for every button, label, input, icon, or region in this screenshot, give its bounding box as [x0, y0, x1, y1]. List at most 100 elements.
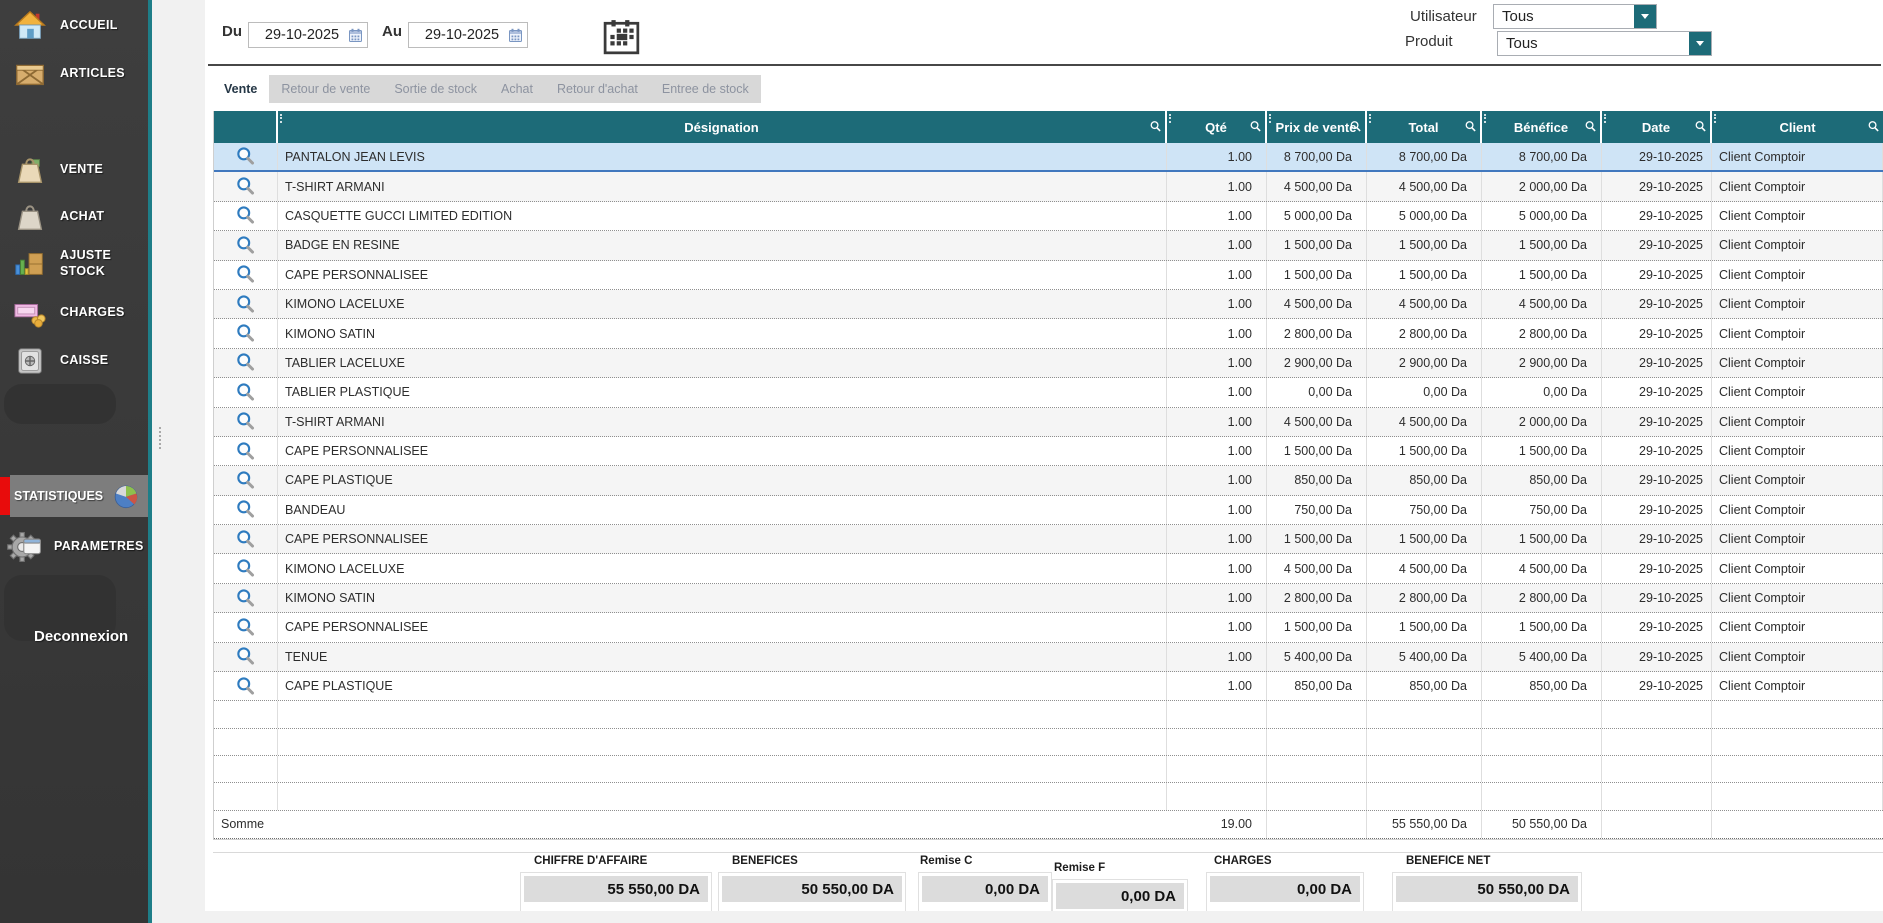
table-row[interactable]: CAPE PERSONNALISEE 1.00 1 500,00 Da 1 50… [214, 613, 1883, 642]
table-row[interactable]: TABLIER LACELUXE 1.00 2 900,00 Da 2 900,… [214, 349, 1883, 378]
sidebar-item-parametres[interactable]: PARAMETRES [0, 523, 148, 571]
date-from-field[interactable] [248, 22, 368, 48]
sidebar-resize-grip[interactable] [156, 427, 164, 449]
sidebar-item-ajuste-stock[interactable]: AJUSTE STOCK [0, 240, 148, 288]
table-row[interactable]: KIMONO SATIN 1.00 2 800,00 Da 2 800,00 D… [214, 319, 1883, 348]
table-row[interactable]: CAPE PLASTIQUE 1.00 850,00 Da 850,00 Da … [214, 466, 1883, 495]
row-magnifier-icon[interactable] [235, 205, 256, 226]
row-magnifier-icon[interactable] [235, 235, 256, 256]
column-header-benefice[interactable]: Bénéfice [1482, 111, 1602, 143]
sidebar-item-vente[interactable]: VENTE [0, 146, 148, 194]
cell-total: 0,00 Da [1367, 378, 1482, 406]
column-header-client[interactable]: Client [1712, 111, 1883, 143]
search-icon[interactable] [1464, 120, 1477, 133]
row-magnifier-icon[interactable] [235, 441, 256, 462]
table-row[interactable]: T-SHIRT ARMANI 1.00 4 500,00 Da 4 500,00… [214, 172, 1883, 201]
table-row[interactable]: T-SHIRT ARMANI 1.00 4 500,00 Da 4 500,00… [214, 408, 1883, 437]
tab-sortie-de-stock[interactable]: Sortie de stock [382, 75, 489, 103]
search-icon[interactable] [1149, 120, 1162, 133]
search-icon[interactable] [1349, 120, 1362, 133]
cell-prix-de-vente: 850,00 Da [1267, 672, 1367, 700]
sidebar-item-articles[interactable]: ARTICLES [0, 50, 148, 98]
calendar-icon[interactable] [348, 28, 363, 43]
row-magnifier-icon[interactable] [235, 558, 256, 579]
column-header-qte[interactable]: Qté [1167, 111, 1267, 143]
cell-total: 4 500,00 Da [1367, 408, 1482, 436]
row-magnifier-icon[interactable] [235, 529, 256, 550]
row-magnifier-icon[interactable] [235, 352, 256, 373]
table-row[interactable]: CAPE PERSONNALISEE 1.00 1 500,00 Da 1 50… [214, 261, 1883, 290]
date-to-field[interactable] [408, 22, 528, 48]
cell-actions [214, 584, 278, 612]
column-header-prix-de-vente[interactable]: Prix de vente [1267, 111, 1367, 143]
column-header-designation[interactable]: Désignation [278, 111, 1167, 143]
table-row[interactable]: KIMONO LACELUXE 1.00 4 500,00 Da 4 500,0… [214, 554, 1883, 583]
tab-entree-de-stock[interactable]: Entree de stock [650, 75, 761, 103]
logout-button[interactable]: Deconnexion [34, 628, 128, 645]
row-magnifier-icon[interactable] [235, 323, 256, 344]
row-magnifier-icon[interactable] [235, 676, 256, 697]
sidebar-item-charges[interactable]: CHARGES [0, 289, 148, 337]
cell-prix-de-vente: 1 500,00 Da [1267, 231, 1367, 259]
user-filter-dropdown[interactable]: Tous [1493, 4, 1657, 29]
table-row[interactable]: TENUE 1.00 5 400,00 Da 5 400,00 Da 5 400… [214, 643, 1883, 672]
row-magnifier-icon[interactable] [235, 470, 256, 491]
cell-date: 29-10-2025 [1602, 672, 1712, 700]
summary-value: 50 550,00 DA [722, 876, 902, 902]
table-row[interactable]: CAPE PERSONNALISEE 1.00 1 500,00 Da 1 50… [214, 437, 1883, 466]
row-magnifier-icon[interactable] [235, 176, 256, 197]
table-row[interactable]: KIMONO LACELUXE 1.00 4 500,00 Da 4 500,0… [214, 290, 1883, 319]
dropdown-button[interactable] [1634, 5, 1656, 28]
search-icon[interactable] [1249, 120, 1262, 133]
tab-vente[interactable]: Vente [212, 75, 269, 103]
sidebar-item-achat[interactable]: ACHAT [0, 193, 148, 241]
cell-actions [214, 202, 278, 230]
calendar-icon[interactable] [508, 28, 523, 43]
tab-achat[interactable]: Achat [489, 75, 545, 103]
row-magnifier-icon[interactable] [235, 588, 256, 609]
sidebar-item-accueil[interactable]: ACCUEIL [0, 2, 148, 50]
table-row[interactable]: KIMONO SATIN 1.00 2 800,00 Da 2 800,00 D… [214, 584, 1883, 613]
row-magnifier-icon[interactable] [235, 617, 256, 638]
search-icon[interactable] [1867, 120, 1880, 133]
date-from-label: Du [222, 23, 242, 40]
open-calendar-button[interactable] [602, 19, 642, 56]
date-to-input[interactable] [420, 27, 504, 43]
row-magnifier-icon[interactable] [235, 146, 256, 167]
sidebar-item-label: CHARGES [60, 305, 125, 321]
table-row[interactable]: BADGE EN RESINE 1.00 1 500,00 Da 1 500,0… [214, 231, 1883, 260]
column-header-actions[interactable] [214, 111, 278, 143]
table-row[interactable]: CAPE PLASTIQUE 1.00 850,00 Da 850,00 Da … [214, 672, 1883, 701]
table-row[interactable]: PANTALON JEAN LEVIS 1.00 8 700,00 Da 8 7… [214, 143, 1883, 172]
tab-retour-de-vente[interactable]: Retour de vente [269, 75, 382, 103]
column-header-total[interactable]: Total [1367, 111, 1482, 143]
column-header-date[interactable]: Date [1602, 111, 1712, 143]
date-from-input[interactable] [260, 27, 344, 43]
table-row[interactable]: CAPE PERSONNALISEE 1.00 1 500,00 Da 1 50… [214, 525, 1883, 554]
sidebar-item-caisse[interactable]: CAISSE [0, 337, 148, 385]
table-row[interactable]: TABLIER PLASTIQUE 1.00 0,00 Da 0,00 Da 0… [214, 378, 1883, 407]
search-icon[interactable] [1694, 120, 1707, 133]
empty-row [214, 729, 1883, 756]
cell-actions [214, 437, 278, 465]
cell-total: 4 500,00 Da [1367, 554, 1482, 582]
sidebar-item-statistiques[interactable]: STATISTIQUES [10, 475, 148, 517]
stock-adjust-icon [13, 247, 47, 281]
tab-retour-dachat[interactable]: Retour d'achat [545, 75, 650, 103]
cell-actions [214, 643, 278, 671]
row-magnifier-icon[interactable] [235, 411, 256, 432]
row-magnifier-icon[interactable] [235, 264, 256, 285]
dropdown-button[interactable] [1689, 32, 1711, 55]
row-magnifier-icon[interactable] [235, 499, 256, 520]
table-row[interactable]: BANDEAU 1.00 750,00 Da 750,00 Da 750,00 … [214, 496, 1883, 525]
table-body: PANTALON JEAN LEVIS 1.00 8 700,00 Da 8 7… [214, 143, 1883, 811]
row-magnifier-icon[interactable] [235, 294, 256, 315]
cell-date: 29-10-2025 [1602, 231, 1712, 259]
cell-qte: 1.00 [1167, 172, 1267, 200]
cell-date: 29-10-2025 [1602, 319, 1712, 347]
search-icon[interactable] [1584, 120, 1597, 133]
product-filter-dropdown[interactable]: Tous [1497, 31, 1712, 56]
row-magnifier-icon[interactable] [235, 646, 256, 667]
table-row[interactable]: CASQUETTE GUCCI LIMITED EDITION 1.00 5 0… [214, 202, 1883, 231]
row-magnifier-icon[interactable] [235, 382, 256, 403]
